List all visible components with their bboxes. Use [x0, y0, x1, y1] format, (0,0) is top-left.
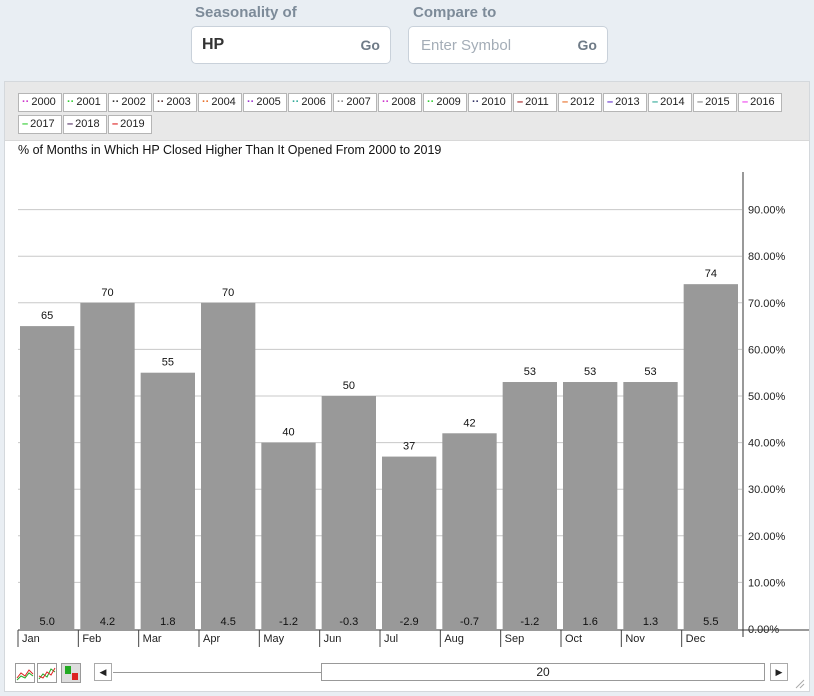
chart-controls: ◀ 20 ▶ [5, 660, 809, 691]
x-tick-label: Jul [384, 633, 398, 645]
bar-value-label: 40 [282, 427, 294, 439]
bar-jan [20, 326, 75, 629]
x-tick-label: Dec [686, 633, 706, 645]
avg-change-label: 1.6 [583, 616, 598, 628]
avg-change-label: 5.0 [40, 616, 55, 628]
avg-change-label: 1.3 [643, 616, 658, 628]
search-header: Seasonality of HP Go Compare to Enter Sy… [0, 0, 814, 76]
chart-panel: ·· 2000 ·· 2001 ·· 2002 ·· 2003 ·· 2004 ·· 2005 ·· 20… [4, 81, 810, 692]
y-tick-label: 60.00% [748, 344, 786, 356]
bar-aug [442, 433, 497, 629]
symbol-input[interactable]: HP Go [191, 26, 391, 64]
symbol-value: HP [202, 36, 225, 53]
bar-value-label: 37 [403, 441, 415, 453]
x-tick-label: Sep [505, 633, 525, 645]
bar-value-label: 70 [101, 287, 113, 299]
scroll-right-button[interactable]: ▶ [770, 663, 788, 681]
x-tick-label: Feb [82, 633, 101, 645]
bar-value-label: 55 [162, 357, 174, 369]
avg-change-label: 4.5 [221, 616, 236, 628]
seasonality-label: Seasonality of [195, 4, 297, 21]
avg-change-label: -1.2 [520, 616, 539, 628]
bar-dec [683, 284, 738, 629]
bar-value-label: 70 [222, 287, 234, 299]
go-button[interactable]: Go [361, 37, 380, 53]
x-tick-label: Jun [324, 633, 342, 645]
avg-change-label: 4.2 [100, 616, 115, 628]
bar-apr [201, 302, 256, 629]
bar-value-label: 42 [463, 417, 475, 429]
multi-line-icon[interactable] [37, 663, 57, 683]
y-tick-label: 80.00% [748, 251, 786, 263]
avg-change-label: -2.9 [400, 616, 419, 628]
bar-value-label: 50 [343, 380, 355, 392]
x-tick-label: May [263, 633, 284, 645]
bar-jul [382, 456, 437, 629]
line-chart-icon[interactable] [15, 663, 35, 683]
bar-value-label: 65 [41, 310, 53, 322]
bar-mar [140, 372, 195, 629]
y-tick-label: 70.00% [748, 298, 786, 310]
avg-change-label: 1.8 [160, 616, 175, 628]
avg-change-label: -1.2 [279, 616, 298, 628]
x-tick-label: Jan [22, 633, 40, 645]
x-tick-label: Aug [444, 633, 464, 645]
y-tick-label: 10.00% [748, 577, 786, 589]
compare-input[interactable]: Enter Symbol Go [408, 26, 608, 64]
range-track [113, 672, 323, 673]
x-tick-label: Mar [143, 633, 162, 645]
range-slider[interactable]: 20 [321, 663, 765, 681]
bar-feb [80, 302, 135, 629]
x-tick-label: Nov [625, 633, 645, 645]
bar-may [261, 442, 316, 629]
avg-change-label: -0.3 [339, 616, 358, 628]
bar-nov [623, 382, 678, 629]
compare-go-button[interactable]: Go [578, 37, 597, 53]
bar-value-label: 53 [644, 366, 656, 378]
y-tick-label: 50.00% [748, 391, 786, 403]
compare-placeholder: Enter Symbol [421, 37, 512, 54]
bar-value-label: 74 [705, 268, 717, 280]
bar-jun [321, 396, 376, 629]
bar-chart: 0.00%10.00%20.00%30.00%40.00%50.00%60.00… [17, 172, 809, 647]
avg-change-label: 5.5 [703, 616, 718, 628]
bar-oct [563, 382, 618, 629]
x-tick-label: Apr [203, 633, 220, 645]
bar-chart-icon[interactable] [61, 663, 81, 683]
y-tick-label: 40.00% [748, 438, 786, 450]
avg-change-label: -0.7 [460, 616, 479, 628]
x-tick-label: Oct [565, 633, 582, 645]
compare-label: Compare to [413, 4, 497, 21]
bar-sep [502, 382, 557, 629]
bar-value-label: 53 [584, 366, 596, 378]
y-tick-label: 30.00% [748, 484, 786, 496]
y-tick-label: 20.00% [748, 531, 786, 543]
y-tick-label: 90.00% [748, 205, 786, 217]
bar-value-label: 53 [524, 366, 536, 378]
resize-grip-icon[interactable] [795, 679, 805, 689]
scroll-left-button[interactable]: ◀ [94, 663, 112, 681]
